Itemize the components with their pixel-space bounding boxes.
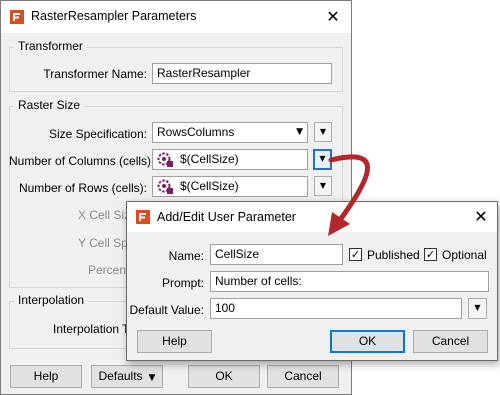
defaults-button[interactable]: Defaults ▼: [91, 365, 163, 388]
close-icon[interactable]: ✕: [323, 7, 343, 27]
rows-input[interactable]: $(CellSize): [152, 176, 308, 197]
add-edit-user-parameter-dialog: Add/Edit User Parameter ✕ Name: CellSize…: [126, 201, 498, 361]
transformer-group-legend: Transformer: [14, 39, 87, 53]
percent-label: Percent: [88, 263, 130, 277]
prompt-input[interactable]: Number of cells:: [210, 271, 489, 292]
fme-gear-icon: [10, 10, 24, 24]
rows-value: $(CellSize): [180, 179, 239, 193]
published-checkbox[interactable]: ✓: [349, 248, 362, 261]
parameter-name-label: Name:: [168, 249, 204, 263]
chevron-down-icon: ▼: [319, 181, 327, 190]
size-specification-value: RowsColumns: [157, 125, 235, 139]
raster-size-group-legend: Raster Size: [14, 98, 85, 112]
dialog-title-bar[interactable]: Add/Edit User Parameter ✕: [127, 202, 497, 232]
interpolation-group-legend: Interpolation: [14, 293, 89, 307]
window-title: RasterResampler Parameters: [31, 9, 197, 23]
transformer-name-label: Transformer Name:: [43, 67, 147, 81]
cancel-button[interactable]: Cancel: [267, 365, 339, 388]
chevron-down-icon: ▼: [319, 154, 326, 163]
dialog-ok-button[interactable]: OK: [330, 330, 405, 353]
columns-value: $(CellSize): [180, 152, 239, 166]
size-specification-label: Size Specification:: [48, 127, 147, 141]
columns-menu-button[interactable]: ▼: [313, 149, 332, 170]
default-value-input[interactable]: 100: [210, 298, 462, 319]
optional-checkbox[interactable]: ✓: [424, 248, 437, 261]
help-button[interactable]: Help: [10, 365, 82, 388]
close-icon[interactable]: ✕: [471, 207, 491, 227]
ok-button[interactable]: OK: [188, 365, 260, 388]
title-bar[interactable]: RasterResampler Parameters ✕: [1, 1, 351, 33]
default-value-label: Default Value:: [129, 303, 205, 317]
rows-menu-button[interactable]: ▼: [314, 176, 332, 196]
published-label: Published: [367, 248, 420, 262]
dialog-help-button[interactable]: Help: [137, 330, 212, 353]
parameter-name-input[interactable]: CellSize: [210, 244, 343, 265]
user-parameter-icon: [157, 179, 173, 194]
user-parameter-icon: [157, 152, 173, 167]
interpolation-type-label: Interpolation T: [53, 322, 130, 336]
prompt-label: Prompt:: [161, 276, 204, 290]
dialog-cancel-button[interactable]: Cancel: [413, 330, 488, 353]
transformer-name-input[interactable]: RasterResampler: [152, 63, 332, 84]
dialog-title: Add/Edit User Parameter: [157, 210, 296, 224]
chevron-down-icon: ▼: [319, 127, 327, 136]
columns-label: Number of Columns (cells):: [9, 154, 155, 168]
size-specification-menu-button[interactable]: ▼: [314, 122, 332, 142]
fme-gear-icon: [136, 210, 150, 224]
checkmark-icon: ✓: [350, 248, 361, 261]
chevron-down-icon: ▼: [148, 373, 156, 383]
chevron-down-icon: ▼: [474, 303, 481, 312]
defaults-button-label: Defaults: [98, 369, 143, 383]
checkmark-icon: ✓: [425, 248, 436, 261]
columns-input[interactable]: $(CellSize): [152, 149, 308, 170]
rows-label: Number of Rows (cells):: [18, 181, 147, 195]
optional-label: Optional: [442, 248, 487, 262]
size-specification-select[interactable]: RowsColumns ▼: [152, 122, 308, 143]
default-value-menu-button[interactable]: ▼: [468, 298, 487, 319]
dropdown-arrow-icon: ▼: [296, 127, 303, 137]
